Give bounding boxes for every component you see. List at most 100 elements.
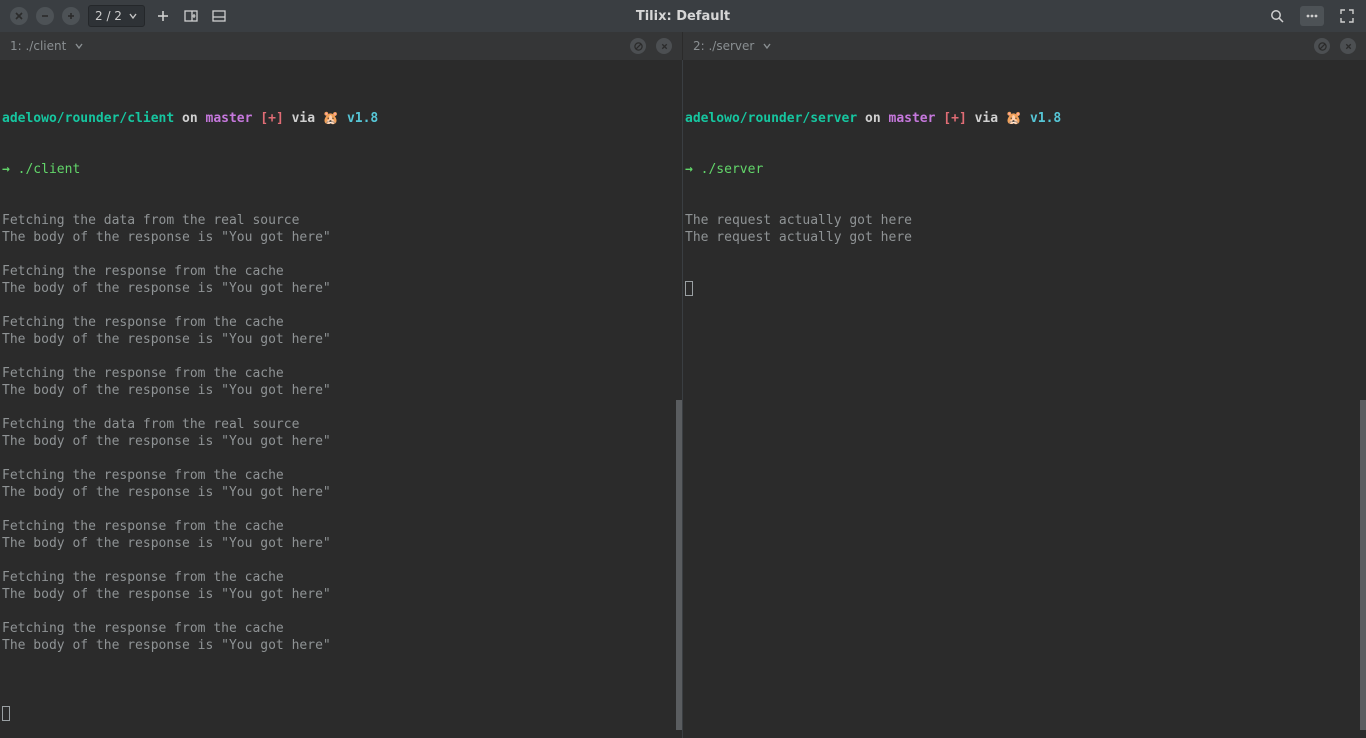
window-titlebar: 2 / 2 Tilix: Default [0, 0, 1366, 32]
prompt-path: adelowo/rounder/server [685, 111, 857, 126]
fullscreen-icon [1339, 8, 1355, 24]
plus-icon [155, 8, 171, 24]
scrollbar-thumb[interactable] [676, 400, 682, 730]
session-counter-label: 2 / 2 [95, 9, 122, 23]
prompt-line: adelowo/rounder/client on master [+] via… [2, 110, 682, 127]
prompt-go-version: v1.8 [347, 111, 378, 126]
output-line: The body of the response is "You got her… [2, 382, 682, 399]
plus-icon [66, 11, 76, 21]
output-blank-line [2, 399, 682, 416]
prompt-arrow: → [2, 162, 10, 177]
terminal-panes: adelowo/rounder/client on master [+] via… [0, 60, 1366, 738]
command-line: → ./server [685, 161, 1366, 178]
new-terminal-button[interactable] [153, 6, 173, 26]
titlebar-left-controls: 2 / 2 [0, 5, 229, 27]
pane-title-controls [1314, 38, 1356, 54]
go-icon: 🐹 [323, 111, 339, 126]
pane-maximize-button[interactable] [1314, 38, 1330, 54]
minus-icon [40, 11, 50, 21]
cursor-line [685, 280, 1366, 297]
split-right-icon [183, 8, 199, 24]
app-menu-button[interactable] [1300, 6, 1324, 26]
command-text: ./server [701, 162, 764, 177]
output-blank-line [2, 348, 682, 365]
output-line: Fetching the response from the cache [2, 365, 682, 382]
output-line: The body of the response is "You got her… [2, 229, 682, 246]
split-right-button[interactable] [181, 6, 201, 26]
output-line: The request actually got here [685, 229, 1366, 246]
command-text: ./client [18, 162, 81, 177]
output-blank-line [2, 297, 682, 314]
prompt-flag: [+] [260, 111, 283, 126]
output-blank-line [2, 552, 682, 569]
chevron-down-icon [762, 41, 772, 51]
output-line: The body of the response is "You got her… [2, 637, 682, 654]
prompt-via: via [975, 111, 998, 126]
output-blank-line [2, 654, 682, 671]
output-blank-line [2, 603, 682, 620]
fullscreen-button[interactable] [1338, 7, 1356, 25]
pane-title-right[interactable]: 2: ./server [683, 32, 1366, 60]
prompt-go-version: v1.8 [1030, 111, 1061, 126]
close-session-button[interactable] [10, 7, 28, 25]
panes-titlebar-row: 1: ./client 2: ./server [0, 32, 1366, 60]
pane-title-controls [630, 38, 672, 54]
pane-close-button[interactable] [656, 38, 672, 54]
pane-title-label: 2: ./server [693, 39, 754, 53]
split-down-button[interactable] [209, 6, 229, 26]
output-blank-line [2, 246, 682, 263]
cursor-icon [2, 706, 10, 721]
terminal-output: The request actually got hereThe request… [685, 212, 1366, 246]
prompt-branch: master [889, 111, 936, 126]
command-line: → ./client [2, 161, 682, 178]
output-line: Fetching the response from the cache [2, 314, 682, 331]
output-line: Fetching the response from the cache [2, 518, 682, 535]
output-blank-line [2, 450, 682, 467]
cursor-line [2, 705, 682, 722]
close-icon [14, 11, 24, 21]
prompt-arrow: → [685, 162, 693, 177]
pane-title-label: 1: ./client [10, 39, 66, 53]
add-session-button[interactable] [62, 7, 80, 25]
prompt-path: adelowo/rounder/client [2, 111, 174, 126]
prompt-line: adelowo/rounder/server on master [+] via… [685, 110, 1366, 127]
split-down-icon [211, 8, 227, 24]
output-line: Fetching the response from the cache [2, 569, 682, 586]
output-blank-line [2, 501, 682, 518]
output-line: The body of the response is "You got her… [2, 280, 682, 297]
output-line: The body of the response is "You got her… [2, 433, 682, 450]
prompt-on: on [182, 111, 198, 126]
kebab-horizontal-icon [1304, 8, 1320, 24]
prompt-flag: [+] [943, 111, 966, 126]
scrollbar-thumb[interactable] [1360, 400, 1366, 730]
cursor-icon [685, 281, 693, 296]
search-button[interactable] [1268, 7, 1286, 25]
close-icon [660, 42, 669, 51]
go-icon: 🐹 [1006, 111, 1022, 126]
prompt-on: on [865, 111, 881, 126]
prompt-branch: master [206, 111, 253, 126]
output-line: The request actually got here [685, 212, 1366, 229]
session-counter-dropdown[interactable]: 2 / 2 [88, 5, 145, 27]
output-line: The body of the response is "You got her… [2, 586, 682, 603]
pane-maximize-button[interactable] [630, 38, 646, 54]
output-line: Fetching the data from the real source [2, 416, 682, 433]
pane-title-left[interactable]: 1: ./client [0, 32, 683, 60]
prompt-via: via [292, 111, 315, 126]
output-line: The body of the response is "You got her… [2, 484, 682, 501]
search-icon [1269, 8, 1285, 24]
output-line: The body of the response is "You got her… [2, 535, 682, 552]
no-entry-icon [634, 42, 643, 51]
terminal-output: Fetching the data from the real sourceTh… [2, 212, 682, 671]
terminal-pane-left[interactable]: adelowo/rounder/client on master [+] via… [0, 60, 683, 738]
output-line: Fetching the response from the cache [2, 263, 682, 280]
chevron-down-icon [74, 41, 84, 51]
pane-close-button[interactable] [1340, 38, 1356, 54]
close-icon [1344, 42, 1353, 51]
output-line: Fetching the data from the real source [2, 212, 682, 229]
terminal-pane-right[interactable]: adelowo/rounder/server on master [+] via… [683, 60, 1366, 738]
output-line: Fetching the response from the cache [2, 467, 682, 484]
no-entry-icon [1318, 42, 1327, 51]
remove-session-button[interactable] [36, 7, 54, 25]
output-line: The body of the response is "You got her… [2, 331, 682, 348]
